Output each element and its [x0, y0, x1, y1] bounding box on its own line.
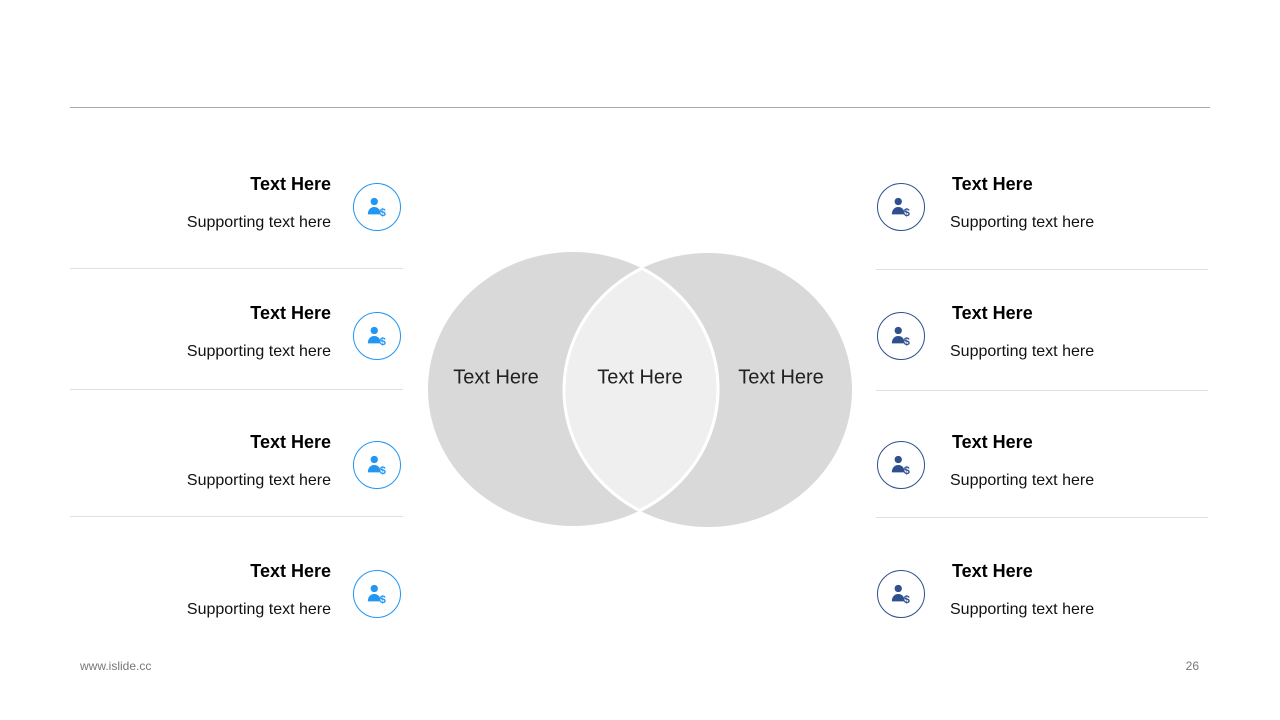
left-item-3: Text Here Supporting text here	[131, 431, 331, 491]
right-item-title: Text Here	[952, 561, 1033, 581]
page-number: 26	[1185, 659, 1199, 673]
left-item-subtitle: Supporting text here	[186, 343, 331, 360]
separator	[876, 269, 1208, 270]
right-item-subtitle: Supporting text here	[950, 343, 1095, 360]
user-dollar-icon: $	[877, 312, 925, 360]
venn-svg	[428, 252, 852, 527]
footer-url: www.islide.cc	[80, 659, 152, 673]
right-item-title: Text Here	[952, 303, 1033, 323]
svg-text:$: $	[904, 594, 910, 605]
svg-text:$: $	[380, 207, 386, 218]
venn-right-label: Text Here	[738, 366, 824, 389]
right-item-2: Text Here Supporting text here	[950, 302, 1150, 362]
right-item-subtitle: Supporting text here	[950, 214, 1095, 231]
venn-center-label: Text Here	[597, 366, 683, 389]
right-item-title: Text Here	[952, 432, 1033, 452]
separator	[70, 516, 403, 517]
right-item-subtitle: Supporting text here	[950, 472, 1095, 489]
svg-text:$: $	[380, 594, 386, 605]
left-item-1: Text Here Supporting text here	[131, 173, 331, 233]
right-item-4: Text Here Supporting text here	[950, 560, 1150, 620]
user-dollar-icon: $	[877, 183, 925, 231]
user-dollar-icon: $	[353, 441, 401, 489]
svg-text:$: $	[380, 465, 386, 476]
separator	[70, 389, 403, 390]
svg-text:$: $	[904, 465, 910, 476]
left-item-title: Text Here	[250, 432, 331, 452]
venn-diagram: Text Here Text Here Text Here	[420, 245, 860, 535]
user-dollar-icon: $	[353, 312, 401, 360]
left-item-title: Text Here	[250, 303, 331, 323]
left-item-title: Text Here	[250, 174, 331, 194]
svg-text:$: $	[904, 207, 910, 218]
right-item-1: Text Here Supporting text here	[950, 173, 1150, 233]
user-dollar-icon: $	[353, 183, 401, 231]
left-item-4: Text Here Supporting text here	[131, 560, 331, 620]
left-item-title: Text Here	[250, 561, 331, 581]
right-item-title: Text Here	[952, 174, 1033, 194]
venn-left-label: Text Here	[453, 366, 539, 389]
top-divider	[70, 107, 1210, 108]
svg-text:$: $	[380, 336, 386, 347]
separator	[70, 268, 403, 269]
svg-text:$: $	[904, 336, 910, 347]
left-item-subtitle: Supporting text here	[186, 214, 331, 231]
left-item-2: Text Here Supporting text here	[131, 302, 331, 362]
user-dollar-icon: $	[877, 570, 925, 618]
right-item-subtitle: Supporting text here	[950, 601, 1095, 618]
user-dollar-icon: $	[353, 570, 401, 618]
right-item-3: Text Here Supporting text here	[950, 431, 1150, 491]
left-item-subtitle: Supporting text here	[186, 472, 331, 489]
separator	[876, 517, 1208, 518]
left-item-subtitle: Supporting text here	[186, 601, 331, 618]
separator	[876, 390, 1208, 391]
user-dollar-icon: $	[877, 441, 925, 489]
